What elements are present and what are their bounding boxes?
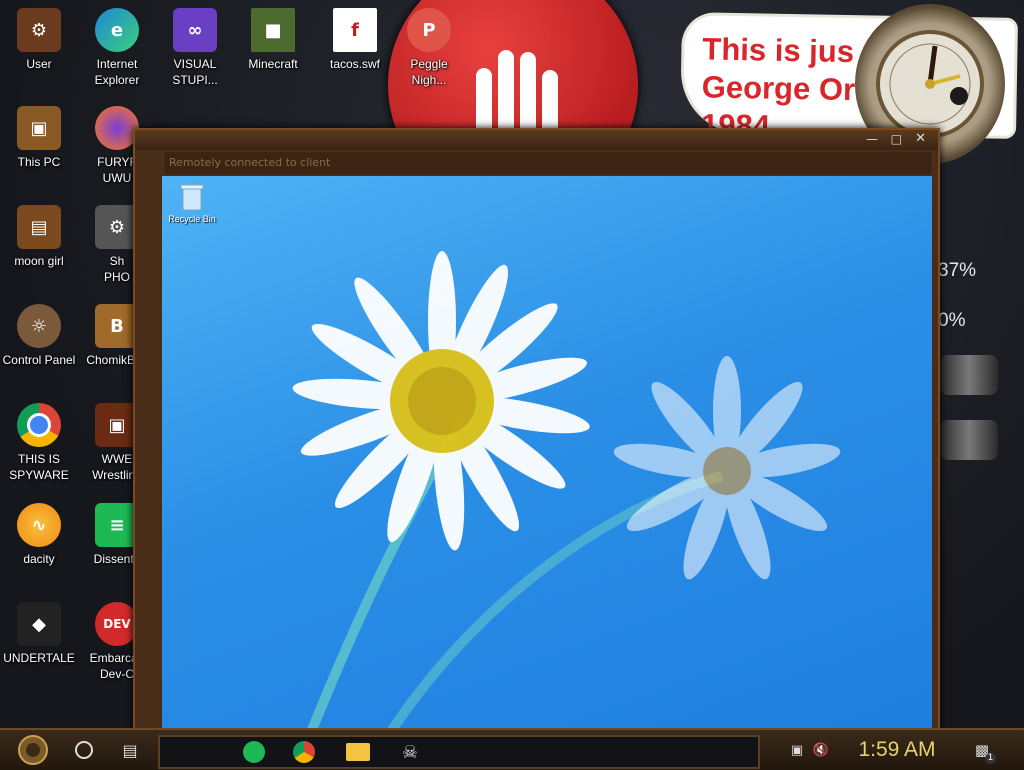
desktop-icon-label: FURYF UWU [97, 155, 137, 185]
desktop-icon-label: Internet Explorer [94, 57, 140, 87]
desktop-icon-label: Peggle Nigh... [410, 57, 448, 87]
network-icon[interactable]: ▣ [786, 734, 808, 766]
taskbar-file-explorer[interactable] [342, 737, 374, 767]
visual-studio-icon: ∞ [173, 8, 217, 52]
audacity-icon: ∿ [17, 503, 61, 547]
chrome-icon [17, 403, 61, 447]
daisy-flower-image [292, 251, 841, 730]
minecraft-icon: ■ [251, 8, 295, 52]
desktop-icon-peggle[interactable]: P Peggle Nigh... [390, 8, 468, 88]
taskbar: ▤ ☠ ▣ 🔇 1:59 AM ▩ 1 [0, 728, 1024, 770]
pinned-apps-bar: ☠ [158, 735, 760, 769]
desktop-icon-label: THIS IS SPYWARE [9, 452, 69, 482]
desktop-icon-label: UNDERTALE [3, 651, 75, 665]
notification-button[interactable]: ▩ 1 [968, 734, 996, 766]
chrome-icon [293, 741, 315, 763]
desktop-icon-undertale[interactable]: ◆ UNDERTALE [0, 602, 78, 666]
maximize-icon[interactable]: □ [891, 132, 902, 146]
spotify-icon [243, 741, 265, 763]
recycle-bin-label: Recycle Bin [168, 214, 216, 224]
desktop-icon-label: moon girl [14, 254, 64, 268]
desktop-icon-tacos-swf[interactable]: f tacos.swf [316, 8, 394, 72]
ram-gauge-value: 0% [938, 310, 966, 331]
cpu-gauge-value: 37% [938, 260, 977, 281]
user-folder-icon: ⚙ [17, 8, 61, 52]
folder-icon: ▤ [17, 205, 61, 249]
taskbar-spotify[interactable] [238, 737, 270, 767]
computer-icon: ▣ [17, 106, 61, 150]
remote-wallpaper: Recycle Bin [162, 176, 932, 730]
desktop-icon-label: User [26, 57, 52, 71]
desktop-icon-this-is-spyware[interactable]: THIS IS SPYWARE [0, 403, 78, 483]
minimize-icon[interactable]: — [866, 132, 878, 146]
desktop-icon-label: This PC [17, 155, 61, 169]
cpu-gauge: 37% [938, 260, 976, 282]
unity-icon: ◆ [17, 602, 61, 646]
gadget-cylinder-1 [940, 355, 998, 395]
skull-icon: ☠ [401, 741, 419, 763]
notification-count: 1 [985, 753, 996, 764]
search-button[interactable] [68, 734, 100, 766]
desktop-icon-label: Control Panel [2, 353, 76, 367]
desktop-icon-minecraft[interactable]: ■ Minecraft [234, 8, 312, 72]
remote-recycle-bin[interactable]: Recycle Bin [166, 182, 218, 224]
start-button[interactable] [8, 734, 58, 766]
desktop-icon-label: VISUAL STUPI... [172, 57, 218, 87]
search-circle-icon [75, 741, 93, 759]
desktop-icon-visual-studio[interactable]: ∞ VISUAL STUPI... [156, 8, 234, 88]
desktop-icon-label: dacity [23, 552, 55, 566]
gadget-cylinder-2 [940, 420, 998, 460]
recycle-bin-icon [180, 184, 204, 211]
desktop-icon-user[interactable]: ⚙ User [0, 8, 78, 72]
banner-line-2: George Or [701, 69, 856, 108]
edge-icon: e [95, 8, 139, 52]
desktop-icon-label: tacos.swf [329, 57, 380, 71]
desktop-icon-this-pc[interactable]: ▣ This PC [0, 106, 78, 170]
ram-gauge: 0% [938, 310, 965, 332]
desktop-icon-internet-explorer[interactable]: e Internet Explorer [78, 8, 156, 88]
peggle-icon: P [407, 8, 451, 52]
desktop-icon-audacity[interactable]: ∿ dacity [0, 503, 78, 567]
taskbar-chrome[interactable] [288, 737, 320, 767]
connection-status: Remotely connected to client [165, 152, 931, 174]
close-icon[interactable]: ✕ [915, 131, 926, 146]
task-view-button[interactable]: ▤ [114, 734, 146, 766]
start-gear-icon [18, 735, 48, 765]
banner-line-1: This is jus [702, 31, 855, 70]
desktop-icon-moon-girl[interactable]: ▤ moon girl [0, 205, 78, 269]
control-panel-icon: ☼ [17, 304, 61, 348]
desktop-icon-label: Sh PHO [103, 254, 130, 284]
remote-desktop-window[interactable]: — □ ✕ Remotely connected to client Recyc… [133, 128, 940, 732]
taskbar-clock[interactable]: 1:59 AM [842, 736, 952, 764]
desktop-icon-control-panel[interactable]: ☼ Control Panel [0, 304, 78, 368]
flash-swf-icon: f [333, 8, 377, 52]
desktop-icon-label: Minecraft [248, 57, 298, 71]
file-explorer-icon [346, 743, 370, 761]
taskbar-skull-app[interactable]: ☠ [394, 737, 426, 767]
task-view-icon: ▤ [122, 740, 138, 760]
window-titlebar[interactable]: — □ ✕ [135, 130, 938, 150]
volume-muted-icon[interactable]: 🔇 [810, 734, 832, 766]
